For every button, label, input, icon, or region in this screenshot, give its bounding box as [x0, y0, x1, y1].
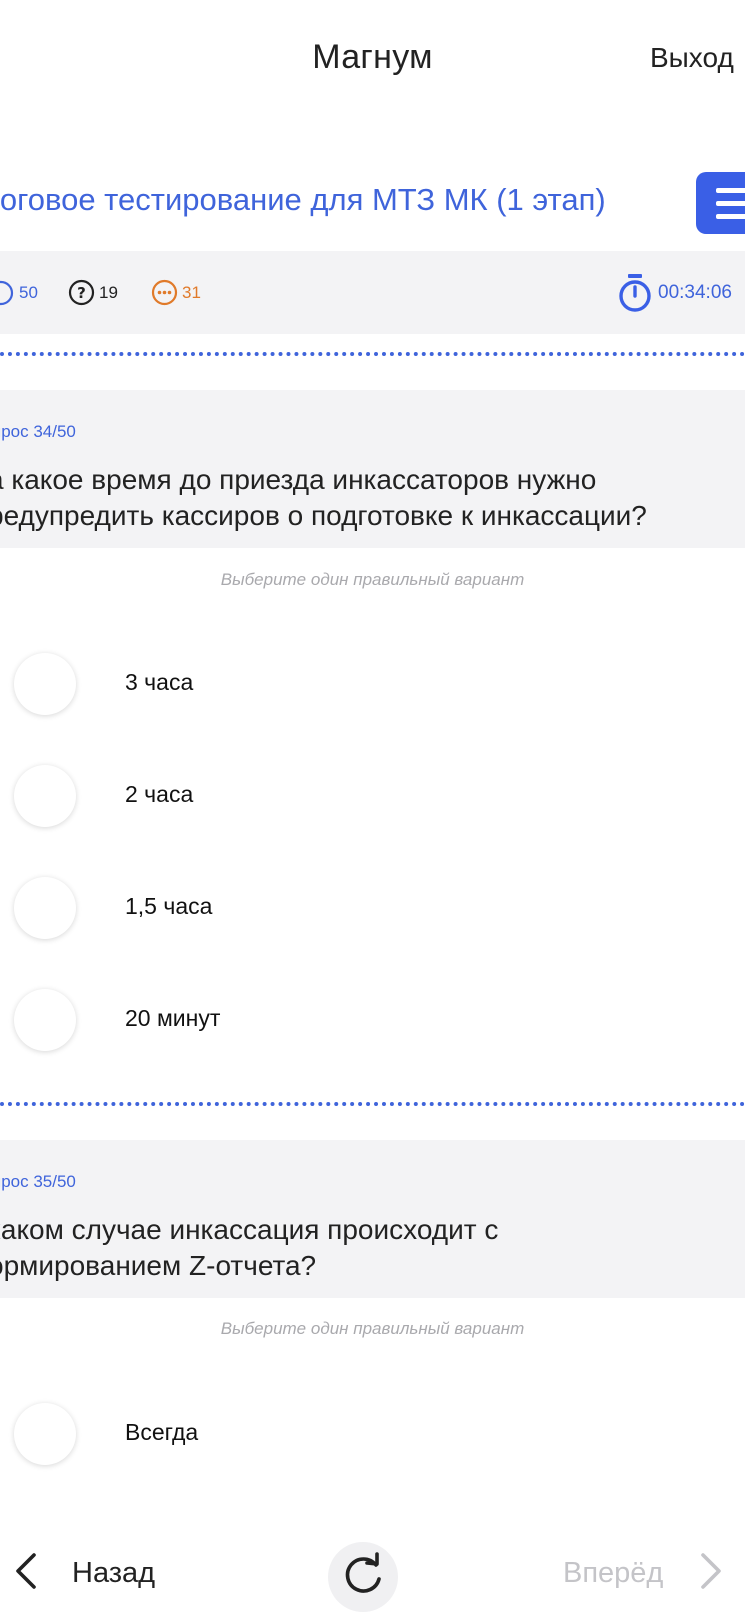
- question-text-line: редупредить кассиров о подготовке к инка…: [0, 500, 647, 531]
- unanswered-count: ? 19: [68, 251, 118, 334]
- question-text-line: каком случае инкассация происходит с: [0, 1214, 499, 1245]
- refresh-icon: [328, 1552, 398, 1616]
- radio-button[interactable]: [14, 877, 76, 939]
- question-number: прос 34/50: [0, 422, 76, 441]
- ellipsis-circle-icon: [151, 279, 178, 306]
- question-number: прос 35/50: [0, 1172, 76, 1191]
- answer-option[interactable]: 1,5 часа: [0, 867, 745, 947]
- answer-option-label: 1,5 часа: [125, 893, 213, 919]
- test-title: тоговое тестирование для МТЗ МК (1 этап): [0, 182, 606, 217]
- next-button[interactable]: Вперёд: [563, 1552, 723, 1595]
- answered-count: 50: [0, 251, 38, 334]
- answer-option-label: Всегда: [125, 1419, 199, 1445]
- refresh-button[interactable]: [328, 1542, 398, 1612]
- radio-button[interactable]: [14, 653, 76, 715]
- chevron-left-icon: [14, 1552, 38, 1595]
- chevron-right-icon: [699, 1552, 723, 1595]
- radio-button[interactable]: [14, 1403, 76, 1465]
- timer: 00:34:06: [617, 251, 732, 334]
- answer-option[interactable]: 20 минут: [0, 979, 745, 1059]
- radio-button[interactable]: [14, 765, 76, 827]
- question-circle-icon: ?: [68, 279, 95, 306]
- answer-option[interactable]: 2 часа: [0, 755, 745, 835]
- logout-button[interactable]: Выход: [650, 42, 745, 74]
- stopwatch-icon: [617, 273, 653, 313]
- question-text-line: а какое время до приезда инкассаторов ну…: [0, 464, 597, 495]
- answer-hint: Выберите один правильный вариант: [220, 1319, 525, 1338]
- next-label: Вперёд: [563, 1557, 664, 1589]
- answer-option[interactable]: 3 часа: [0, 643, 745, 723]
- menu-button[interactable]: [696, 172, 745, 234]
- answer-option[interactable]: Всегда: [0, 1393, 745, 1473]
- pending-count: 31: [151, 251, 201, 334]
- question-text-line: ормированием Z-отчета?: [0, 1250, 317, 1281]
- answer-hint: Выберите один правильный вариант: [220, 570, 525, 589]
- svg-text:?: ?: [77, 284, 86, 302]
- back-label: Назад: [72, 1557, 156, 1589]
- radio-button[interactable]: [14, 989, 76, 1051]
- check-circle-icon: [0, 280, 14, 306]
- back-button[interactable]: Назад: [14, 1552, 155, 1595]
- answer-option-label: 2 часа: [125, 781, 194, 807]
- answer-option-label: 3 часа: [125, 669, 194, 695]
- app-title: Магнум: [312, 38, 433, 76]
- separator: [0, 352, 745, 356]
- answer-option-label: 20 минут: [125, 1005, 221, 1031]
- stats-bar: 50 ? 19 31 00:34:06: [0, 251, 745, 334]
- separator: [0, 1102, 745, 1106]
